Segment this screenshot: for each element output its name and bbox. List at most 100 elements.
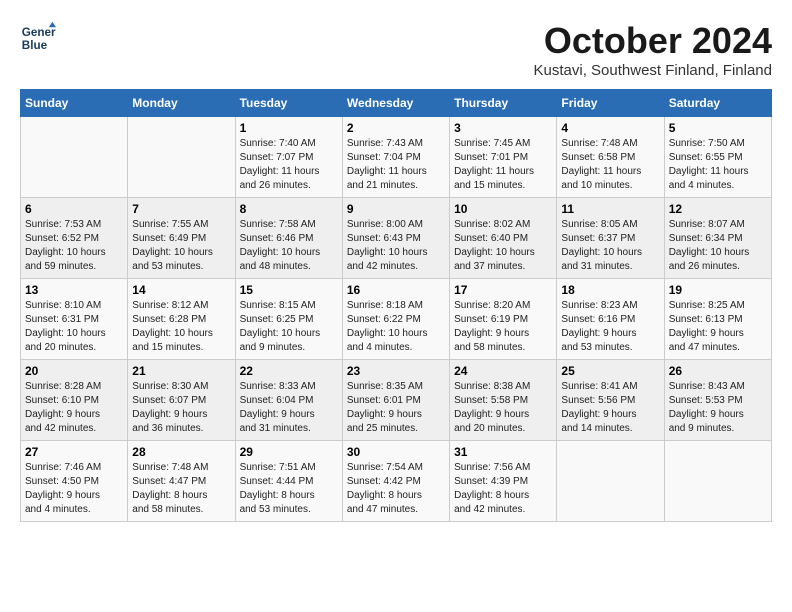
svg-text:General: General [22, 26, 56, 39]
day-info: Sunrise: 7:45 AM Sunset: 7:01 PM Dayligh… [454, 137, 552, 193]
calendar-cell: 30Sunrise: 7:54 AM Sunset: 4:42 PM Dayli… [342, 441, 449, 522]
day-info: Sunrise: 8:20 AM Sunset: 6:19 PM Dayligh… [454, 299, 552, 355]
calendar-cell: 28Sunrise: 7:48 AM Sunset: 4:47 PM Dayli… [128, 441, 235, 522]
day-number: 23 [347, 364, 445, 378]
day-info: Sunrise: 8:41 AM Sunset: 5:56 PM Dayligh… [561, 380, 659, 436]
calendar-cell: 6Sunrise: 7:53 AM Sunset: 6:52 PM Daylig… [21, 198, 128, 279]
logo: General Blue [20, 20, 56, 56]
header-day-saturday: Saturday [664, 90, 771, 117]
calendar-cell: 12 Sunrise: 8:07 AM Sunset: 6:34 PM Dayli… [664, 198, 771, 279]
day-info: Sunrise: 8:30 AM Sunset: 6:07 PM Dayligh… [132, 380, 230, 436]
calendar-cell: 15 Sunrise: 8:15 AM Sunset: 6:25 PM Dayli… [235, 279, 342, 360]
day-info: Sunrise: 8:28 AM Sunset: 6:10 PM Dayligh… [25, 380, 123, 436]
header-day-sunday: Sunday [21, 90, 128, 117]
day-number: 25 [561, 364, 659, 378]
day-info: Sunrise: 7:40 AM Sunset: 7:07 PM Dayligh… [240, 137, 338, 193]
day-number: 11 [561, 202, 659, 216]
day-info: Sunrise: 8:33 AM Sunset: 6:04 PM Dayligh… [240, 380, 338, 436]
day-number: 29 [240, 445, 338, 459]
day-info: Sunrise: 8:25 AM Sunset: 6:13 PM Dayligh… [669, 299, 767, 355]
day-number: 26 [669, 364, 767, 378]
day-number: 14 [132, 283, 230, 297]
calendar-cell: 21 Sunrise: 8:30 AM Sunset: 6:07 PM Dayli… [128, 360, 235, 441]
day-info: Sunrise: 8:12 AM Sunset: 6:28 PM Dayligh… [132, 299, 230, 355]
day-info: Sunrise: 7:46 AM Sunset: 4:50 PM Dayligh… [25, 461, 123, 517]
calendar-cell: 10 Sunrise: 8:02 AM Sunset: 6:40 PM Dayli… [450, 198, 557, 279]
day-number: 20 [25, 364, 123, 378]
day-number: 12 [669, 202, 767, 216]
svg-text:Blue: Blue [22, 39, 48, 52]
calendar-cell: 29 Sunrise: 7:51 AM Sunset: 4:44 PM Dayli… [235, 441, 342, 522]
calendar-cell: 13Sunrise: 8:10 AM Sunset: 6:31 PM Dayli… [21, 279, 128, 360]
header-day-wednesday: Wednesday [342, 90, 449, 117]
month-title: October 2024 [534, 20, 772, 62]
header-day-tuesday: Tuesday [235, 90, 342, 117]
calendar-cell: 26 Sunrise: 8:43 AM Sunset: 5:53 PM Dayli… [664, 360, 771, 441]
day-number: 8 [240, 202, 338, 216]
calendar-cell: 19 Sunrise: 8:25 AM Sunset: 6:13 PM Dayli… [664, 279, 771, 360]
day-info: Sunrise: 7:55 AM Sunset: 6:49 PM Dayligh… [132, 218, 230, 274]
calendar-cell: 27 Sunrise: 7:46 AM Sunset: 4:50 PM Dayli… [21, 441, 128, 522]
day-info: Sunrise: 8:43 AM Sunset: 5:53 PM Dayligh… [669, 380, 767, 436]
calendar-header-row: SundayMondayTuesdayWednesdayThursdayFrid… [21, 90, 772, 117]
calendar-cell: 5Sunrise: 7:50 AM Sunset: 6:55 PM Daylig… [664, 117, 771, 198]
calendar-cell: 9 Sunrise: 8:00 AM Sunset: 6:43 PM Daylig… [342, 198, 449, 279]
week-row-2: 6Sunrise: 7:53 AM Sunset: 6:52 PM Daylig… [21, 198, 772, 279]
day-info: Sunrise: 7:51 AM Sunset: 4:44 PM Dayligh… [240, 461, 338, 517]
day-number: 2 [347, 121, 445, 135]
day-info: Sunrise: 8:15 AM Sunset: 6:25 PM Dayligh… [240, 299, 338, 355]
calendar-cell: 22 Sunrise: 8:33 AM Sunset: 6:04 PM Dayli… [235, 360, 342, 441]
day-info: Sunrise: 7:50 AM Sunset: 6:55 PM Dayligh… [669, 137, 767, 193]
day-number: 21 [132, 364, 230, 378]
day-number: 30 [347, 445, 445, 459]
day-info: Sunrise: 8:35 AM Sunset: 6:01 PM Dayligh… [347, 380, 445, 436]
calendar-cell: 17 Sunrise: 8:20 AM Sunset: 6:19 PM Dayli… [450, 279, 557, 360]
day-number: 13 [25, 283, 123, 297]
calendar-cell: 23 Sunrise: 8:35 AM Sunset: 6:01 PM Dayli… [342, 360, 449, 441]
day-number: 7 [132, 202, 230, 216]
day-number: 4 [561, 121, 659, 135]
calendar-cell [128, 117, 235, 198]
day-number: 3 [454, 121, 552, 135]
calendar-cell: 14 Sunrise: 8:12 AM Sunset: 6:28 PM Dayli… [128, 279, 235, 360]
day-info: Sunrise: 8:00 AM Sunset: 6:43 PM Dayligh… [347, 218, 445, 274]
week-row-5: 27 Sunrise: 7:46 AM Sunset: 4:50 PM Dayli… [21, 441, 772, 522]
day-info: Sunrise: 8:07 AM Sunset: 6:34 PM Dayligh… [669, 218, 767, 274]
day-info: Sunrise: 8:18 AM Sunset: 6:22 PM Dayligh… [347, 299, 445, 355]
day-number: 24 [454, 364, 552, 378]
calendar-cell: 20 Sunrise: 8:28 AM Sunset: 6:10 PM Dayli… [21, 360, 128, 441]
day-info: Sunrise: 8:23 AM Sunset: 6:16 PM Dayligh… [561, 299, 659, 355]
calendar-cell [21, 117, 128, 198]
day-number: 10 [454, 202, 552, 216]
day-number: 9 [347, 202, 445, 216]
calendar-cell: 18 Sunrise: 8:23 AM Sunset: 6:16 PM Dayli… [557, 279, 664, 360]
day-number: 1 [240, 121, 338, 135]
calendar-cell: 24Sunrise: 8:38 AM Sunset: 5:58 PM Dayli… [450, 360, 557, 441]
day-number: 6 [25, 202, 123, 216]
day-number: 15 [240, 283, 338, 297]
day-info: Sunrise: 7:56 AM Sunset: 4:39 PM Dayligh… [454, 461, 552, 517]
day-number: 19 [669, 283, 767, 297]
day-number: 22 [240, 364, 338, 378]
header-day-thursday: Thursday [450, 90, 557, 117]
calendar-cell: 1 Sunrise: 7:40 AM Sunset: 7:07 PM Daylig… [235, 117, 342, 198]
day-info: Sunrise: 8:02 AM Sunset: 6:40 PM Dayligh… [454, 218, 552, 274]
day-number: 17 [454, 283, 552, 297]
day-number: 27 [25, 445, 123, 459]
calendar-cell: 2 Sunrise: 7:43 AM Sunset: 7:04 PM Daylig… [342, 117, 449, 198]
calendar-cell [664, 441, 771, 522]
week-row-1: 1 Sunrise: 7:40 AM Sunset: 7:07 PM Daylig… [21, 117, 772, 198]
calendar-cell: 4Sunrise: 7:48 AM Sunset: 6:58 PM Daylig… [557, 117, 664, 198]
day-info: Sunrise: 8:05 AM Sunset: 6:37 PM Dayligh… [561, 218, 659, 274]
week-row-3: 13Sunrise: 8:10 AM Sunset: 6:31 PM Dayli… [21, 279, 772, 360]
calendar-cell: 16Sunrise: 8:18 AM Sunset: 6:22 PM Dayli… [342, 279, 449, 360]
day-number: 18 [561, 283, 659, 297]
calendar-cell [557, 441, 664, 522]
calendar-cell: 31Sunrise: 7:56 AM Sunset: 4:39 PM Dayli… [450, 441, 557, 522]
calendar-cell: 7 Sunrise: 7:55 AM Sunset: 6:49 PM Daylig… [128, 198, 235, 279]
logo-icon: General Blue [20, 20, 56, 56]
header-day-monday: Monday [128, 90, 235, 117]
week-row-4: 20 Sunrise: 8:28 AM Sunset: 6:10 PM Dayli… [21, 360, 772, 441]
calendar-cell: 8Sunrise: 7:58 AM Sunset: 6:46 PM Daylig… [235, 198, 342, 279]
day-info: Sunrise: 7:43 AM Sunset: 7:04 PM Dayligh… [347, 137, 445, 193]
